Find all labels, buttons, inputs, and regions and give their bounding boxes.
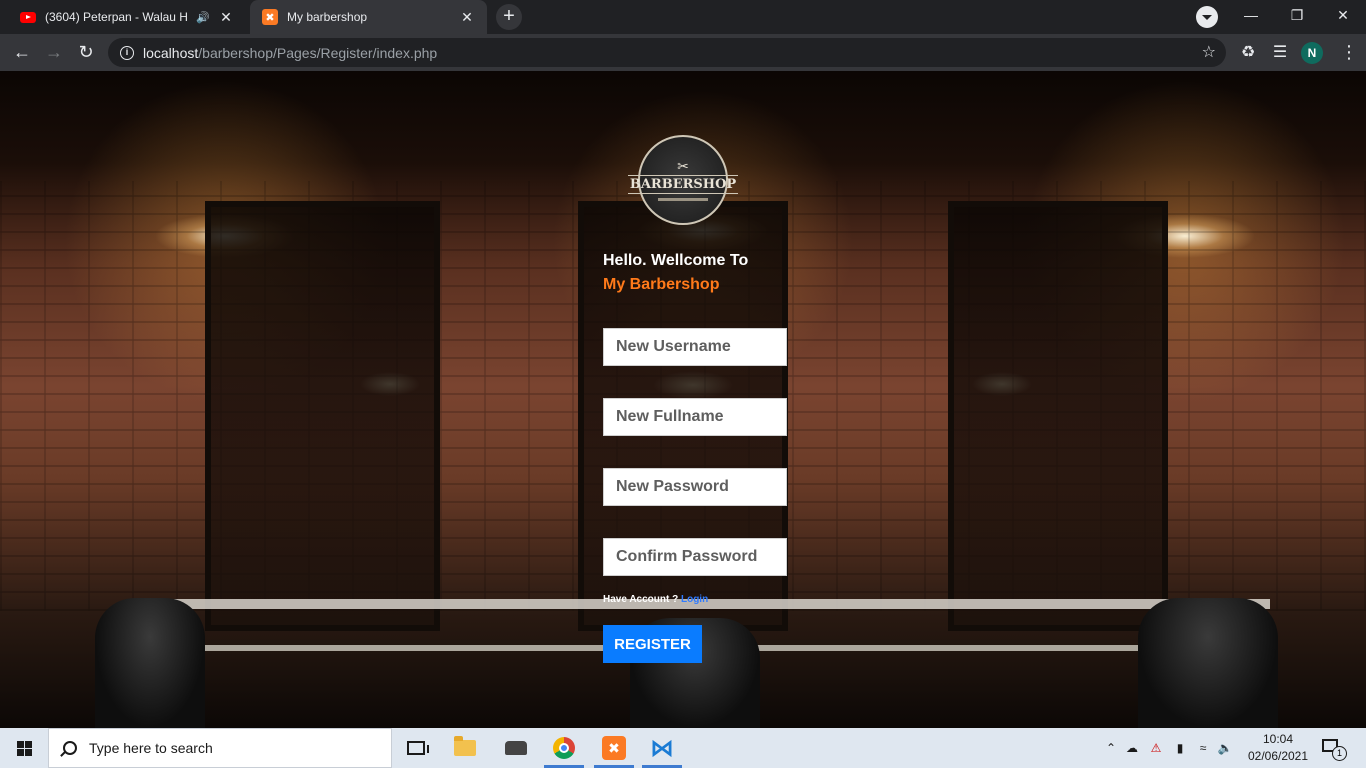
have-account-text: Have Account ? Login [603,594,708,605]
barber-chair-right [1138,598,1278,728]
youtube-icon [20,9,36,25]
barber-chair-left [95,598,205,728]
vscode-taskbar-button[interactable]: ⋈ [638,728,686,768]
new-password-input[interactable] [603,468,787,506]
restore-button[interactable]: ❐ [1274,0,1320,30]
xampp-taskbar-button[interactable]: ✖ [590,728,638,768]
tab-youtube[interactable]: (3604) Peterpan - Walau Hab 🔊 ✕ [8,0,246,34]
barbershop-logo: ✂ BARBERSHOP [627,135,739,225]
clock-date: 02/06/2021 [1247,749,1309,763]
greeting-line-2: My Barbershop [603,276,720,293]
site-info-icon[interactable]: i [120,45,134,60]
taskbar-search-box[interactable]: Type here to search [48,728,392,768]
tab-title: (3604) Peterpan - Walau Hab [45,10,189,24]
welcome-heading: Hello. Wellcome To My Barbershop [603,249,748,297]
xampp-icon: ✖ [262,9,278,25]
windows-logo-icon [16,740,32,756]
task-view-button[interactable] [392,728,440,768]
car-icon [505,741,527,755]
file-explorer-button[interactable] [441,728,489,768]
counter-top [160,599,1270,609]
folder-icon [454,736,476,756]
notification-center-button[interactable]: 1 [1318,736,1350,761]
chevron-up-icon[interactable]: ⌃ [1102,741,1120,755]
greeting-line-1: Hello. Wellcome To [603,252,749,269]
notification-count: 1 [1332,746,1347,761]
wifi-icon[interactable]: ≈ [1192,741,1214,755]
confirm-password-input[interactable] [603,538,787,576]
close-window-button[interactable]: ✕ [1320,0,1366,30]
tab-search-icon[interactable] [1196,6,1218,28]
mirror-right [948,201,1168,631]
forward-icon[interactable]: → [40,40,68,64]
speaker-icon[interactable]: 🔊 [196,11,210,24]
security-alert-icon[interactable]: ⚠ [1144,741,1168,755]
url-text: localhost/barbershop/Pages/Register/inde… [143,45,437,61]
new-tab-button[interactable]: + [496,4,522,30]
url-host: localhost [143,44,199,61]
start-button[interactable] [0,728,48,768]
taskbar-clock[interactable]: 10:04 02/06/2021 [1246,731,1310,765]
window-controls: — ❐ ✕ [1228,0,1366,34]
address-bar[interactable]: i localhost/barbershop/Pages/Register/in… [108,38,1226,67]
reload-icon[interactable]: ↻ [72,40,100,64]
media-control-icon[interactable]: ☰ [1270,42,1290,62]
logo-text: BARBERSHOP [627,175,739,194]
browser-toolbar: ← → ↻ i localhost/barbershop/Pages/Regis… [0,34,1366,71]
mirror-left [205,201,440,631]
tab-my-barbershop[interactable]: ✖ My barbershop ✕ [250,0,487,34]
xampp-icon: ✖ [602,736,626,760]
tab-title: My barbershop [287,10,368,24]
battery-icon[interactable]: ▮ [1168,741,1192,755]
chrome-taskbar-button[interactable] [540,728,588,768]
bookmark-star-icon[interactable]: ☆ [1202,42,1216,62]
register-button[interactable]: REGISTER [603,625,702,663]
car-app-button[interactable] [492,728,540,768]
browser-tab-strip: (3604) Peterpan - Walau Hab 🔊 ✕ ✖ My bar… [0,0,1366,34]
clock-time: 10:04 [1262,732,1294,746]
volume-icon[interactable]: 🔈 [1214,741,1236,755]
task-view-icon [407,741,429,755]
close-tab-icon[interactable]: ✕ [459,9,475,26]
minimize-button[interactable]: — [1228,0,1274,30]
close-tab-icon[interactable]: ✕ [218,9,234,26]
windows-taskbar: Type here to search ✖ ⋈ ⌃ ☁ ⚠ ▮ ≈ 🔈 10:0… [0,728,1366,768]
extensions-icon[interactable]: ♻ [1238,42,1258,62]
scissors-icon: ✂ [677,158,689,174]
login-link[interactable]: Login [681,594,708,605]
system-tray: ⌃ ☁ ⚠ ▮ ≈ 🔈 [1102,728,1236,768]
new-fullname-input[interactable] [603,398,787,436]
back-icon[interactable]: ← [8,40,36,64]
url-path: /barbershop/Pages/Register/index.php [198,44,438,61]
search-icon [63,741,77,755]
cloud-icon[interactable]: ☁ [1120,741,1144,755]
browser-menu-icon[interactable]: ⋮ [1340,40,1358,64]
vscode-icon: ⋈ [650,734,674,762]
logo-ribbon [658,198,708,201]
search-placeholder: Type here to search [89,740,213,756]
profile-avatar[interactable]: N [1301,42,1323,64]
register-page-background: ✂ BARBERSHOP Hello. Wellcome To My Barbe… [0,71,1366,728]
have-account-label: Have Account ? [603,594,679,605]
new-username-input[interactable] [603,328,787,366]
chrome-icon [553,737,575,759]
